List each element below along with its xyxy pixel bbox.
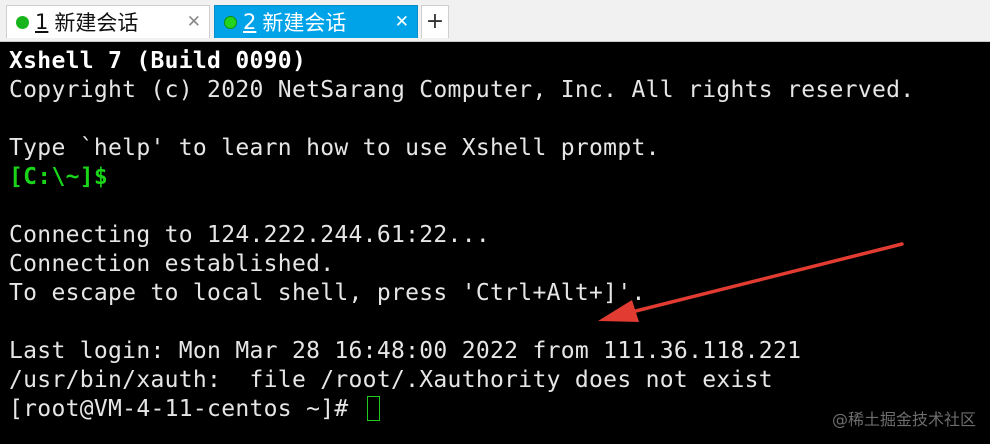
tab-label: 新建会话: [54, 11, 139, 35]
remote-prompt-line[interactable]: [root@VM-4-11-centos ~]#: [9, 395, 380, 424]
close-icon[interactable]: ✕: [395, 11, 409, 33]
terminal-line: Xshell 7 (Build 0090): [9, 48, 307, 74]
add-tab-button[interactable]: +: [421, 5, 449, 38]
terminal-line: To escape to local shell, press 'Ctrl+Al…: [9, 280, 646, 306]
close-icon[interactable]: ✕: [187, 11, 201, 33]
terminal-line: /usr/bin/xauth: file /root/.Xauthority d…: [9, 367, 773, 393]
local-prompt: [C:\~]$: [9, 164, 109, 190]
terminal-line: Connecting to 124.222.244.61:22...: [9, 222, 491, 248]
session-tab-bar: 1 新建会话 ✕ 2 新建会话 ✕ +: [0, 0, 990, 42]
terminal-line: Copyright (c) 2020 NetSarang Computer, I…: [9, 77, 915, 103]
green-dot-icon: [224, 15, 237, 29]
terminal-output[interactable]: Xshell 7 (Build 0090) Copyright (c) 2020…: [9, 47, 984, 437]
tab-number: 1: [35, 10, 49, 34]
tab-session-2[interactable]: 2 新建会话 ✕: [214, 5, 418, 38]
terminal-line: Type `help' to learn how to use Xshell p…: [9, 135, 660, 161]
terminal-line: Last login: Mon Mar 28 16:48:00 2022 fro…: [9, 338, 802, 364]
green-dot-icon: [16, 15, 29, 29]
text-cursor: [366, 396, 380, 421]
watermark: @稀土掘金技术社区: [831, 410, 976, 429]
tab-label: 新建会话: [262, 11, 347, 35]
tab-session-1[interactable]: 1 新建会话 ✕: [6, 5, 210, 38]
terminal-line: Connection established.: [9, 251, 335, 277]
tab-number: 2: [243, 10, 257, 34]
remote-prompt: [root@VM-4-11-centos ~]#: [9, 396, 363, 422]
